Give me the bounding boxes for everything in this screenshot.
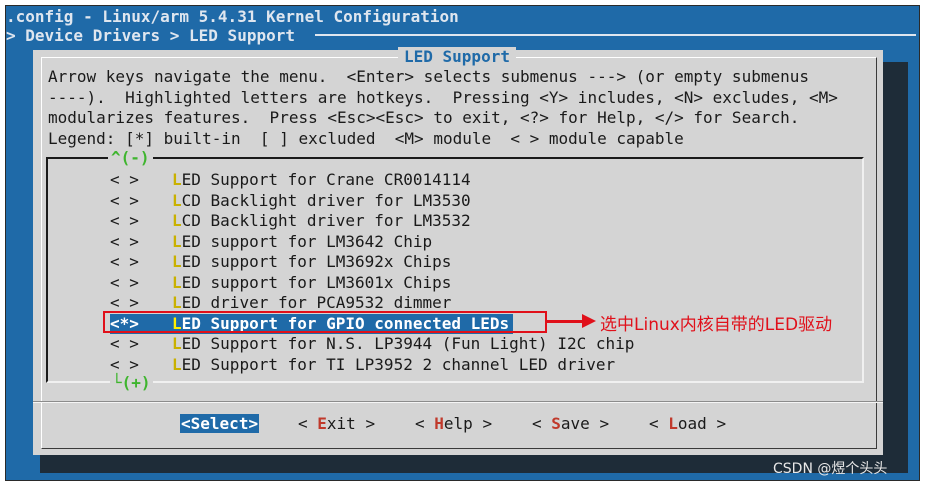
button-bar-divider-highlight [33,402,883,403]
item-label: ED support for LM3692x Chips [181,252,452,271]
item-state: < > [110,170,139,189]
item-hotkey: L [172,293,182,312]
item-state: < > [110,231,139,251]
item-state: < > [110,252,139,271]
menu-item-lp3944[interactable]: < > LED Support for N.S. LP3944 (Fun Ligh… [110,334,634,355]
button-hotkey: E [317,414,327,433]
annotation-label: 选中Linux内核自带的LED驱动 [600,315,833,335]
item-label: CD Backlight driver for LM3532 [181,211,471,230]
scroll-up-indicator[interactable]: ^(-) [108,148,153,167]
button-text: < [298,414,318,433]
button-text: < [415,414,435,433]
button-hotkey: S [551,414,561,433]
menu-item-lm3642[interactable]: < > LED support for LM3642 Chip [110,232,432,253]
item-state: < > [110,211,139,230]
item-label: ED driver for PCA9532 dimmer [181,293,452,312]
item-hotkey: L [172,272,182,292]
button-hotkey: L [668,414,678,433]
item-state: < > [110,293,139,312]
dialog-shadow-right [882,62,908,462]
button-text: ave > [560,414,610,433]
button-text: < [532,414,552,433]
item-label: ED support for LM3601x Chips [181,272,452,292]
help-line: Legend: [*] built-in [ ] excluded <M> mo… [48,128,684,148]
help-line: Arrow keys navigate the menu. <Enter> se… [48,67,809,86]
watermark: CSDN @煜个头头 [773,461,888,477]
help-button[interactable]: < Help > [415,414,492,433]
menu-item-lm3601x[interactable]: < > LED support for LM3601x Chips [110,273,451,294]
item-hotkey: L [172,354,182,374]
item-label: ED Support for TI LP3952 2 channel LED d… [181,354,616,374]
item-hotkey: L [172,170,182,189]
menu-item-lp3952[interactable]: < > LED Support for TI LP3952 2 channel L… [110,355,615,376]
item-state: < > [110,354,139,374]
button-text: < [181,414,191,433]
item-state: < > [110,272,139,292]
save-button[interactable]: < Save > [532,414,609,433]
item-hotkey: L [172,190,182,210]
annotation-arrow-line [547,320,585,323]
select-button[interactable]: <Select> [180,414,260,433]
button-hotkey: H [434,414,444,433]
load-button[interactable]: < Load > [649,414,726,433]
item-state: < > [110,190,139,210]
scroll-down-indicator[interactable]: └(+) [110,373,153,392]
item-label: ED Support for N.S. LP3944 (Fun Light) I… [181,334,635,353]
item-label: ED support for LM3642 Chip [181,231,433,251]
dialog-title: LED Support [398,47,516,66]
window-title: .config - Linux/arm 5.4.31 Kernel Config… [6,7,459,26]
exit-button[interactable]: < Exit > [298,414,375,433]
button-text: < [649,414,669,433]
help-text: Arrow keys navigate the menu. <Enter> se… [48,67,838,149]
item-hotkey: L [172,211,182,230]
annotation-highlight-box [103,311,547,333]
menu-item-lm3692x[interactable]: < > LED support for LM3692x Chips [110,252,451,273]
button-text: xit > [326,414,376,433]
arrow-right-icon [582,314,596,328]
item-label: ED Support for Crane CR0014114 [181,170,471,189]
breadcrumb: > Device Drivers > LED Support [6,26,295,45]
menu-item-crane-cr0014114[interactable]: < > LED Support for Crane CR0014114 [110,170,471,191]
menu-item-lcd-lm3532[interactable]: < > LCD Backlight driver for LM3532 [110,211,471,232]
item-state: < > [110,334,139,353]
button-hotkey: S [190,414,201,433]
breadcrumb-rule [315,34,916,36]
button-text: elp > [443,414,493,433]
button-text: elect> [200,414,259,433]
help-line: modularizes features. Press <Esc><Esc> t… [48,108,800,127]
item-label: CD Backlight driver for LM3530 [181,190,471,210]
item-hotkey: L [172,252,182,271]
menu-item-lcd-lm3530[interactable]: < > LCD Backlight driver for LM3530 [110,191,471,212]
item-hotkey: L [172,231,182,251]
button-text: oad > [677,414,727,433]
help-line: ----). Highlighted letters are hotkeys. … [48,87,838,107]
item-hotkey: L [172,334,182,353]
